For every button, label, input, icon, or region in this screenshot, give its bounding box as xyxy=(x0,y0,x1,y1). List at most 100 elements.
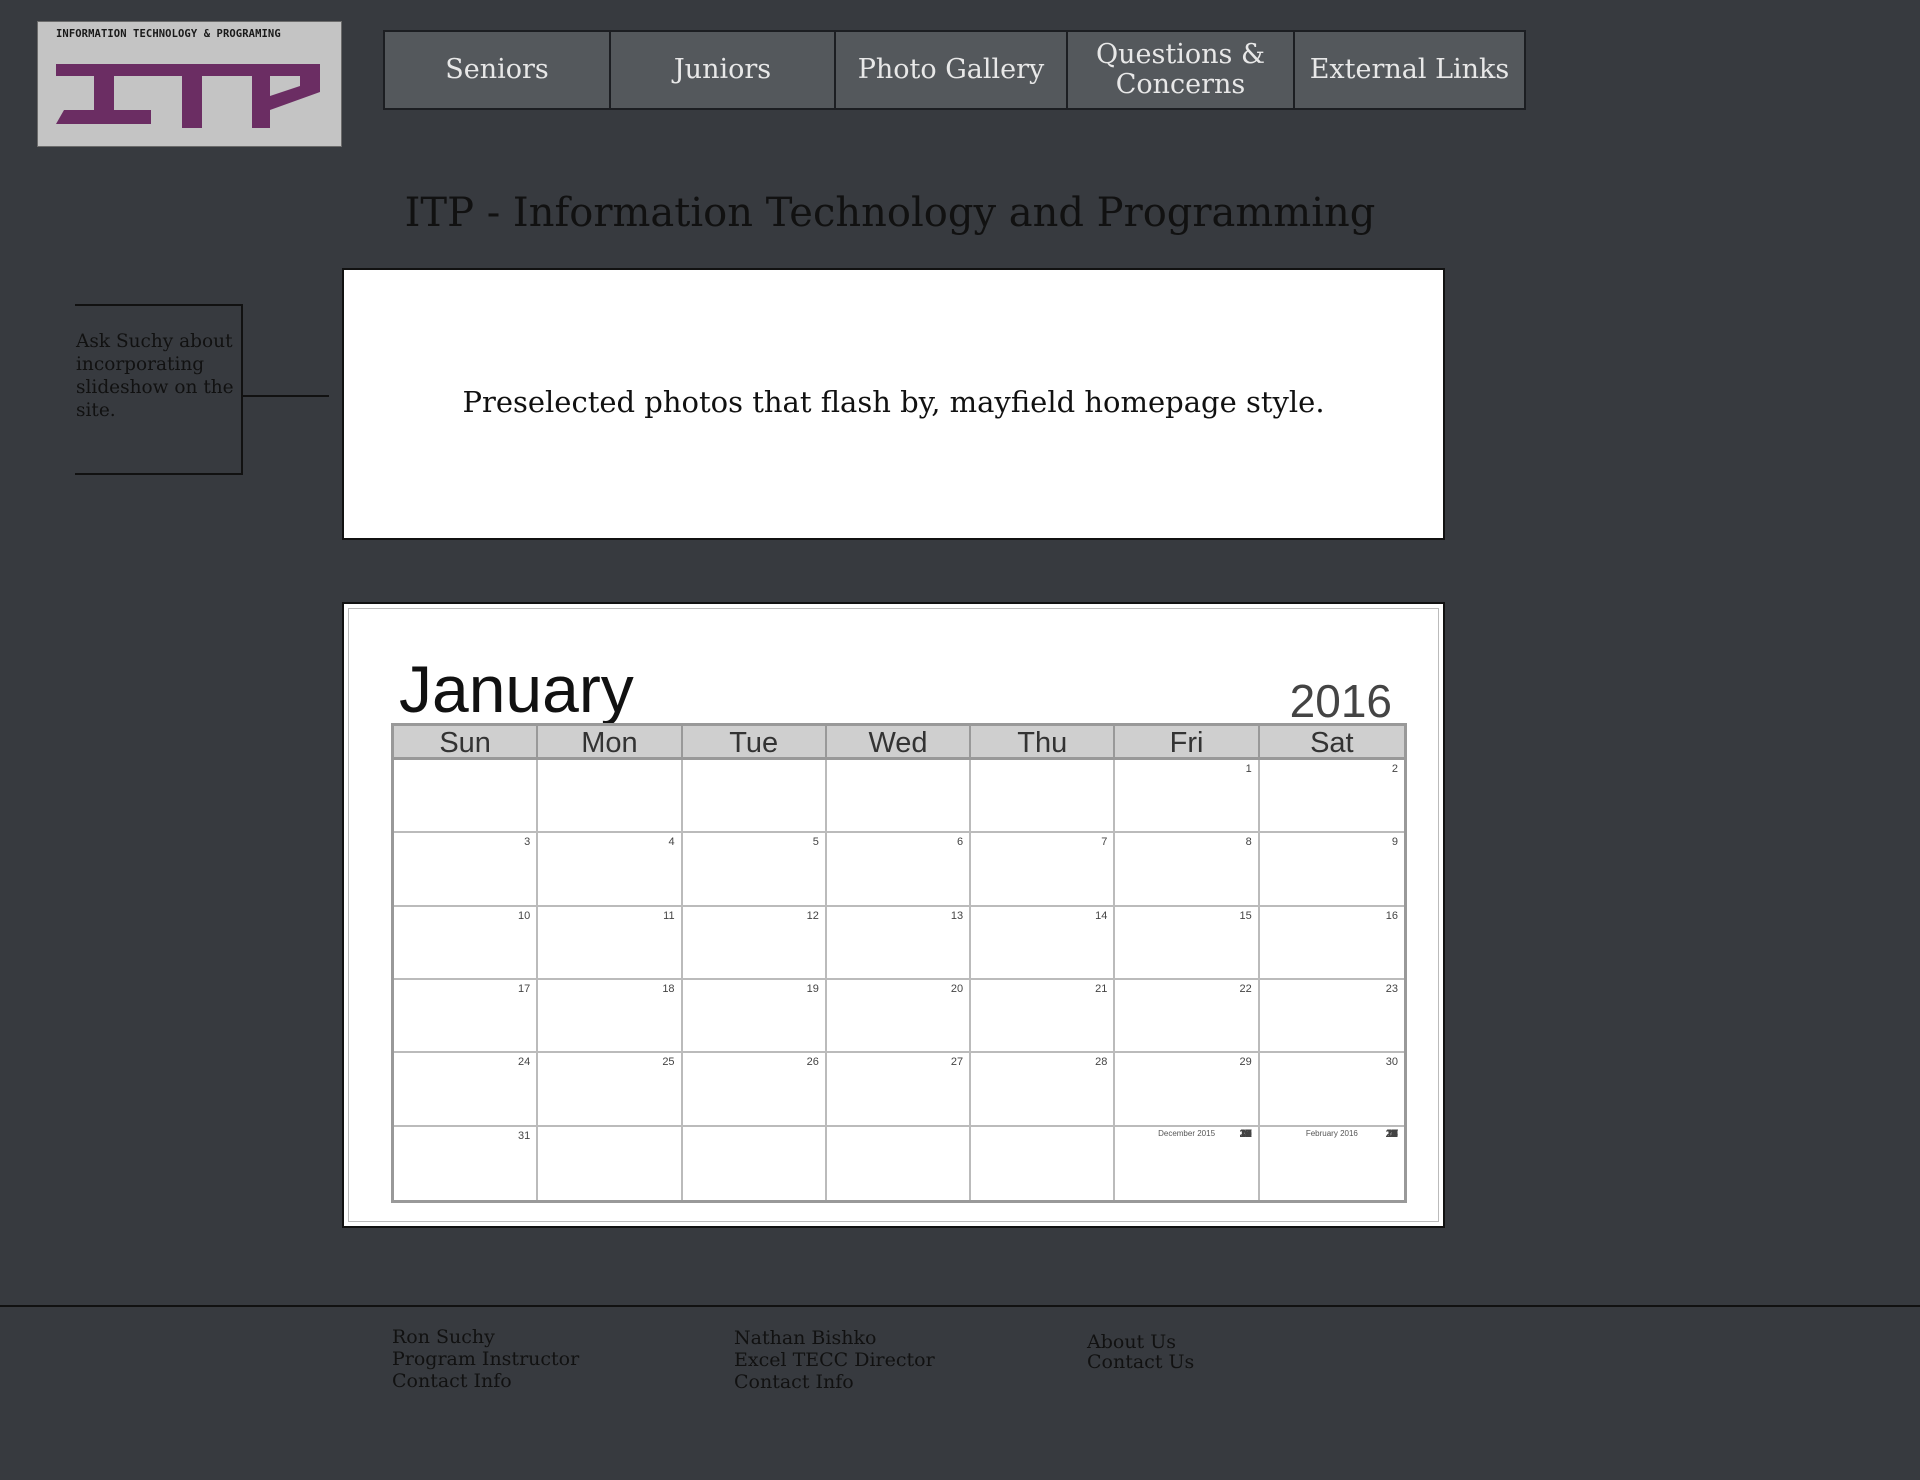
calendar-day-cell: 30 xyxy=(1259,1053,1404,1127)
itp-logo[interactable]: INFORMATION TECHNOLOGY & PROGRAMING xyxy=(37,21,342,147)
footer-instructor-role: Program Instructor xyxy=(392,1348,580,1370)
calendar-day-cell xyxy=(827,1126,972,1200)
day-number: 6 xyxy=(957,836,964,849)
day-number: 7 xyxy=(1101,836,1108,849)
itp-logo-icon xyxy=(56,64,320,128)
calendar-day-cell: 3 xyxy=(394,833,539,907)
weekday-header: Tue xyxy=(682,726,827,760)
day-number: 26 xyxy=(806,1056,819,1069)
calendar-day-cell: 14 xyxy=(971,906,1116,980)
calendar-day-cell: 24 xyxy=(394,1053,539,1127)
nav-seniors[interactable]: Seniors xyxy=(385,32,611,108)
day-number: 11 xyxy=(663,909,675,922)
calendar-day-cell: 10 xyxy=(394,906,539,980)
day-number: 19 xyxy=(806,983,819,995)
calendar-day-cell: 31 xyxy=(394,1126,539,1200)
day-number: 10 xyxy=(518,909,531,922)
day-number: 1 xyxy=(1245,763,1252,775)
side-note-text: Ask Suchy about incorporating slideshow … xyxy=(76,331,234,421)
calendar-day-cell: 23 xyxy=(1259,980,1404,1054)
calendar-day-cell: 15 xyxy=(1115,906,1260,980)
calendar-day-cell: 27 xyxy=(826,1053,972,1127)
footer-about-link[interactable]: About Us xyxy=(1087,1332,1194,1352)
nav-juniors[interactable]: Juniors xyxy=(611,32,836,108)
day-number: 15 xyxy=(1239,909,1252,922)
calendar-year: 2016 xyxy=(1289,675,1392,727)
day-number: 9 xyxy=(1391,836,1398,849)
calendar-day-cell: 28 xyxy=(971,1053,1116,1127)
calendar-day-cell: 22 xyxy=(1115,980,1260,1054)
calendar-day-cell: 6 xyxy=(826,833,972,907)
calendar-day-cell: 17 xyxy=(394,980,539,1054)
calendar-day-cell xyxy=(538,760,683,834)
calendar-day-cell: 19 xyxy=(682,980,827,1054)
calendar-month: January xyxy=(399,652,634,726)
day-number: 8 xyxy=(1245,836,1252,849)
side-note-connector xyxy=(243,395,329,397)
calendar-day-cell: 18 xyxy=(538,980,683,1054)
day-number: 2 xyxy=(1391,763,1398,775)
nav-external-links[interactable]: External Links xyxy=(1295,32,1524,108)
calendar-day-cell: 11 xyxy=(538,906,683,980)
calendar-day-cell: 25 xyxy=(538,1053,683,1127)
calendar-day-cell: 8 xyxy=(1115,833,1260,907)
calendar-day-cell: 16 xyxy=(1259,907,1404,980)
banner-text: Preselected photos that flash by, mayfie… xyxy=(462,385,1325,419)
calendar-day-cell xyxy=(538,1126,683,1200)
nav-questions-concerns[interactable]: Questions & Concerns xyxy=(1068,32,1295,108)
calendar-day-cell: 29 xyxy=(1115,1053,1260,1127)
footer-contact-link[interactable]: Contact Us xyxy=(1087,1352,1194,1372)
mini-day: 29 xyxy=(1385,1127,1398,1140)
calendar-day-cell: 5 xyxy=(682,833,827,907)
day-number: 4 xyxy=(668,836,675,849)
nav-photo-gallery[interactable]: Photo Gallery xyxy=(836,32,1068,108)
day-number: 24 xyxy=(518,1056,531,1069)
weekday-header: Wed xyxy=(826,726,972,760)
day-number: 13 xyxy=(950,909,964,922)
footer-director-contact[interactable]: Contact Info xyxy=(734,1371,935,1393)
footer-links: About Us Contact Us xyxy=(1087,1332,1194,1372)
day-number: 17 xyxy=(518,983,531,995)
calendar-day-cell: 12 xyxy=(682,906,827,980)
day-number: 20 xyxy=(950,983,964,995)
calendar-day-cell xyxy=(683,1126,827,1200)
calendar-day-cell xyxy=(971,760,1116,834)
footer-instructor-name: Ron Suchy xyxy=(392,1326,495,1348)
day-number: 27 xyxy=(950,1056,964,1069)
weekday-header: Sat xyxy=(1259,726,1404,760)
calendar-day-cell: 20 xyxy=(826,980,972,1054)
calendar-day-cell xyxy=(971,1126,1116,1200)
calendar-day-cell: 4 xyxy=(538,833,683,907)
footer-instructor-contact[interactable]: Contact Info xyxy=(392,1370,579,1392)
day-number: 23 xyxy=(1385,983,1398,995)
footer-director-name: Nathan Bishko xyxy=(734,1327,877,1349)
weekday-header: Thu xyxy=(971,726,1116,760)
calendar-day-cell: 9 xyxy=(1259,833,1404,907)
day-number: 22 xyxy=(1239,983,1252,995)
day-number: 21 xyxy=(1095,983,1108,995)
weekday-header: Sun xyxy=(394,726,539,760)
calendar-grid: Sun Mon Tue Wed Thu Fri Sat 1 2 3 4 5 6 7 8 9 10 11 12 13 14… xyxy=(391,723,1407,1203)
calendar-day-cell: 21 xyxy=(971,980,1116,1054)
weekday-header: Mon xyxy=(538,726,683,760)
footer-instructor: Ron Suchy Program Instructor Contact Info xyxy=(392,1326,579,1392)
day-number: 18 xyxy=(662,983,675,995)
calendar-day-cell xyxy=(682,760,827,834)
day-number: 12 xyxy=(806,909,819,922)
calendar-day-cell: 2 xyxy=(1259,760,1404,834)
day-number: 25 xyxy=(662,1056,675,1069)
calendar-day-cell: 7 xyxy=(971,833,1116,907)
main-nav: Seniors Juniors Photo Gallery Questions & C… xyxy=(383,30,1526,110)
calendar-day-cell: 13 xyxy=(826,906,972,980)
calendar-day-cell: 1 xyxy=(1115,760,1260,834)
mini-calendar-december: December 2015 S M T W T F S 1 2 3 4 5 6 7 8 9 10 11 12 13 14 1… xyxy=(1115,1126,1260,1200)
day-number: 3 xyxy=(524,836,531,849)
calendar-day-cell xyxy=(826,760,972,834)
calendar-sheet: January 2016 Sun Mon Tue Wed Thu Fri Sat 1 2 3 4 5 6… xyxy=(348,608,1439,1222)
calendar-day-cell: 26 xyxy=(682,1053,827,1127)
day-number: 30 xyxy=(1385,1056,1398,1069)
weekday-header: Fri xyxy=(1115,726,1260,760)
mini-day: 31 xyxy=(1239,1127,1252,1140)
day-number: 29 xyxy=(1239,1056,1252,1069)
footer-director-role: Excel TECC Director xyxy=(734,1349,935,1371)
